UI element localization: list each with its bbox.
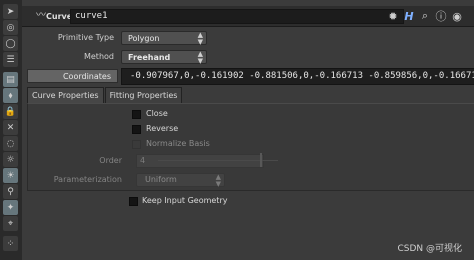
pin-icon[interactable]: ⚲ [3,184,18,199]
reverse-label: Reverse [146,124,179,133]
primitive-type-label: Primitive Type [57,33,114,42]
bulb-icon[interactable]: ☼ [3,152,18,167]
radar-icon[interactable]: ◎ [3,20,18,35]
left-toolbar: ➤ ◎ ◯ ☰ ▤ ⬧ 🔒 ✕ ◌ ☼ ☀ ⚲ ✦ ⌖ ⁘ [0,0,23,260]
method-dropdown[interactable]: Freehand ▲ ▼ [121,50,207,65]
chevron-updown-icon: ▲ ▼ [197,50,203,65]
normalize-basis-checkbox[interactable] [132,140,141,149]
parameterization-dropdown[interactable]: Uniform ▲ ▼ [136,173,225,188]
method-value: Freehand [128,53,171,62]
header-icons: ✹ H ⌕ ⓘ ◉ [386,8,464,24]
camera-icon[interactable]: ⌖ [3,216,18,231]
cluster-icon[interactable]: ✦ [3,200,18,215]
keep-input-geometry-checkbox[interactable] [129,197,138,206]
watermark-text: CSDN @可视化 [397,244,462,254]
lock-icon[interactable]: 🔒 [3,104,18,119]
method-label: Method [83,52,114,61]
order-label: Order [99,156,122,165]
keep-input-geometry-label: Keep Input Geometry [142,196,228,205]
tag-icon[interactable]: ⬧ [3,88,18,103]
primitive-type-dropdown[interactable]: Polygon ▲ ▼ [121,31,207,46]
node-type-label: Curve [46,12,73,21]
node-name-field[interactable]: curve1 [70,9,404,24]
chevron-updown-icon: ▲ ▼ [215,173,221,188]
help-h-icon[interactable]: H [402,8,416,24]
dots-icon[interactable]: ⁘ [3,236,18,251]
parameterization-value: Uniform [145,175,177,184]
curve-properties-panel: Close Reverse Normalize Basis Order 4 Pa… [27,103,474,191]
tab-fitting-properties[interactable]: Fitting Properties [104,87,183,103]
sphere-icon[interactable]: ◌ [3,136,18,151]
order-slider-handle[interactable] [260,153,262,167]
parameter-pane: 〰 Curve curve1 ✹ H ⌕ ⓘ ◉ Primitive Type Poly… [22,0,474,260]
parameter-tabs: Curve Properties Fitting Properties [27,87,183,103]
tab-curve-properties[interactable]: Curve Properties [27,87,104,103]
node-header: 〰 Curve curve1 ✹ H ⌕ ⓘ ◉ [22,6,474,27]
close-checkbox[interactable] [132,110,141,119]
circle-icon[interactable]: ◯ [3,36,18,51]
eye-icon[interactable]: ◉ [450,8,464,24]
close-label: Close [146,109,168,118]
parameterization-label: Parameterization [53,175,122,184]
primitive-type-value: Polygon [128,34,160,43]
normalize-basis-label: Normalize Basis [146,139,210,148]
chevron-updown-icon: ▲ ▼ [197,31,203,46]
arrow-icon[interactable]: ➤ [3,4,18,19]
info-icon[interactable]: ⓘ [434,8,448,24]
gear-icon[interactable]: ✹ [386,8,400,24]
coordinates-label: Coordinates [27,69,118,83]
menu-icon[interactable]: ☰ [3,52,18,67]
order-field[interactable]: 4 [136,154,264,168]
bulb-alt-icon[interactable]: ☀ [3,168,18,183]
cross-icon[interactable]: ✕ [3,120,18,135]
search-icon[interactable]: ⌕ [418,8,432,24]
reverse-checkbox[interactable] [132,125,141,134]
curve-node-icon: 〰 [36,10,46,21]
coordinates-field[interactable]: -0.907967,0,-0.161902 -0.881506,0,-0.166… [121,68,474,85]
layers-icon[interactable]: ▤ [3,72,18,87]
